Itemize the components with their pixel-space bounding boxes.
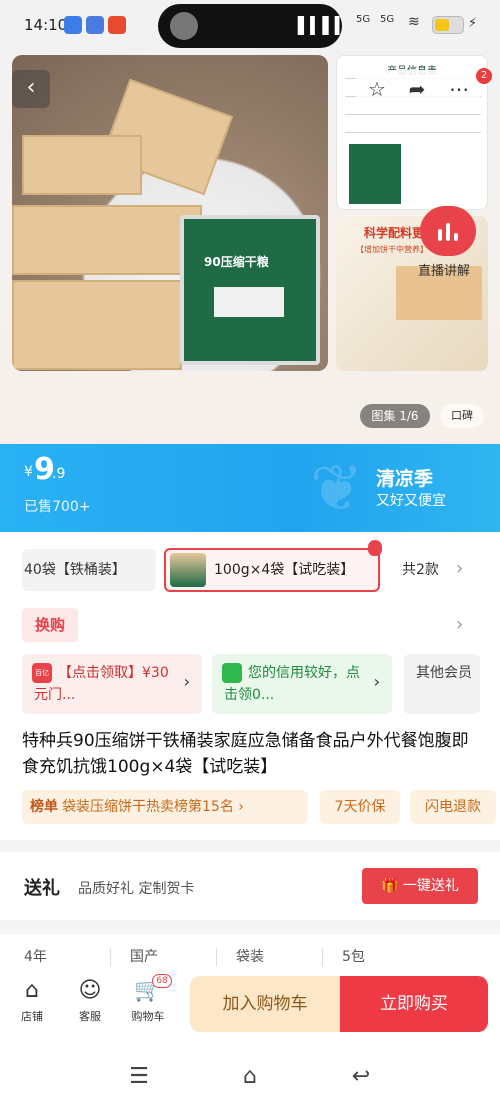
divider <box>0 920 500 934</box>
spec-row[interactable]: 4年 国产 袋装 5包 <box>0 940 500 976</box>
add-to-cart-button[interactable]: 加入购物车 <box>190 976 340 1032</box>
system-navigation-bar: ☰ ⌂ ↩ <box>0 1040 500 1111</box>
rank-label: 榜单 <box>30 799 58 815</box>
cart-label: 购物车 <box>131 1010 165 1023</box>
send-gift-label: 一键送礼 <box>402 878 459 894</box>
clock: 14:10 <box>24 16 68 34</box>
sku-option-label: 40袋【铁桶装】 <box>24 562 126 578</box>
charging-icon: ⚡ <box>468 16 478 31</box>
message-badge: 2 <box>476 68 492 84</box>
chevron-right-icon: › <box>183 672 190 691</box>
bottom-action-bar: ⌂ 店铺 ☺ 客服 🛒 购物车 68 加入购物车 立即购买 <box>0 974 500 1036</box>
rank-text: 袋装压缩饼干热卖榜第15名 <box>62 799 234 815</box>
menu-icon[interactable]: ☰ <box>126 1064 152 1090</box>
status-bar: 14:10 ▌▍▌▍ 5G 5G ≋ ⚡ <box>0 0 500 56</box>
store-icon: ⌂ <box>25 978 39 1003</box>
live-bars-icon <box>438 221 458 241</box>
product-pack: 90压缩干粮 <box>180 215 320 365</box>
coupon-card-3[interactable]: 其他会员 <box>404 654 480 714</box>
reviews-chip[interactable]: 口碑 <box>440 404 484 428</box>
spec-item: 5包 <box>342 949 365 965</box>
top-action-bar: ☆ ➦ ⋯ <box>356 70 480 108</box>
coupon-card-2[interactable]: 您的信用较好，点击领0... › <box>212 654 392 714</box>
coupon-text: 您的信用较好，点击领0... <box>224 665 360 703</box>
fast-refund-tag[interactable]: 闪电退款 <box>410 790 496 824</box>
chevron-right-icon[interactable]: › <box>456 614 463 635</box>
product-title: 特种兵90压缩饼干铁桶装家庭应急储备食品户外代餐饱腹即食充饥抗饿100g×4袋【… <box>22 731 469 777</box>
shopping-app-icon <box>108 16 126 34</box>
battery-icon <box>432 16 464 34</box>
share-icon[interactable]: ➦ <box>404 76 430 102</box>
audio-wave-icon: ▌▍▌▍ <box>298 16 348 35</box>
service-button[interactable]: ☺ 客服 <box>68 974 112 1030</box>
season-title: 清凉季 <box>376 468 434 490</box>
season-subtitle: 又好又便宜 <box>376 493 446 509</box>
gift-subtitle: 品质好礼 定制贺卡 <box>78 881 195 897</box>
vivo-app-icon <box>86 16 104 34</box>
store-button[interactable]: ⌂ 店铺 <box>10 974 54 1030</box>
chevron-left-icon: ‹ <box>26 75 36 100</box>
gift-row: 送礼 品质好礼 定制贺卡 🎁 一键送礼 <box>0 852 500 920</box>
gift-icon: 🎁 <box>381 878 399 894</box>
sold-count: 已售700+ <box>24 499 91 515</box>
dynamic-island[interactable]: ▌▍▌▍ <box>158 4 348 48</box>
price-protect-tag[interactable]: 7天价保 <box>320 790 400 824</box>
album-counter[interactable]: 图集 1/6 <box>360 404 430 428</box>
send-gift-button[interactable]: 🎁 一键送礼 <box>362 868 478 904</box>
service-label: 客服 <box>79 1010 101 1023</box>
price-banner: ❦ ¥ 9 .9 已售700+ 清凉季 又好又便宜 <box>0 444 500 532</box>
main-product-image[interactable]: 90压缩干粮 <box>12 55 328 371</box>
live-label: 直播讲解 <box>418 264 471 279</box>
cart-count-badge: 68 <box>152 974 172 988</box>
signal-5g-label-2: 5G <box>380 14 395 25</box>
price-decimal: .9 <box>52 466 66 482</box>
divider <box>0 840 500 852</box>
pack-label: 90压缩干粮 <box>204 255 269 269</box>
gift-title: 送礼 <box>24 878 60 899</box>
buy-now-button[interactable]: 立即购买 <box>340 976 488 1032</box>
chat-icon: ☺ <box>78 978 102 1003</box>
chevron-right-icon[interactable]: › <box>456 558 463 579</box>
live-stream-button[interactable] <box>420 206 476 256</box>
back-icon[interactable]: ↩ <box>348 1064 374 1090</box>
sku-option-label: 100g×4袋【试吃装】 <box>214 562 355 578</box>
sku-option-trial[interactable]: 100g×4袋【试吃装】 <box>164 540 382 592</box>
hot-flame-icon <box>368 540 382 556</box>
currency-symbol: ¥ <box>24 464 33 480</box>
chevron-right-icon: › <box>373 672 380 691</box>
sku-thumbnail <box>170 553 206 587</box>
notification-app-icon <box>64 16 82 34</box>
coupon-card-1[interactable]: 百亿 【点击领取】¥30元门... › <box>22 654 202 714</box>
spec-item: 袋装 <box>236 949 264 965</box>
back-button[interactable]: ‹ <box>12 70 50 108</box>
science-card-subtitle: 【增加饼干中营养】 <box>356 245 428 254</box>
star-icon[interactable]: ☆ <box>364 76 390 102</box>
coupon-text: 【点击领取】¥30元门... <box>34 665 169 703</box>
exchange-tag[interactable]: 换购 <box>22 608 78 642</box>
spec-item: 4年 <box>24 949 47 965</box>
sku-count[interactable]: 共2款 <box>402 548 439 592</box>
rank-tag[interactable]: 榜单 袋装压缩饼干热卖榜第15名 › <box>22 790 308 824</box>
sku-selector: 40袋【铁桶装】 100g×4袋【试吃装】 共2款 › <box>0 540 500 594</box>
home-icon[interactable]: ⌂ <box>237 1064 263 1090</box>
avatar <box>170 12 198 40</box>
mini-pack-image <box>349 144 401 204</box>
store-label: 店铺 <box>21 1010 43 1023</box>
signal-5g-label: 5G <box>356 14 371 25</box>
more-icon[interactable]: ⋯ <box>446 76 472 102</box>
wifi-icon: ≋ <box>408 14 420 30</box>
sku-option-tin[interactable]: 40袋【铁桶装】 <box>22 549 156 591</box>
pack-info-panel <box>214 287 284 317</box>
spec-item: 国产 <box>130 949 158 965</box>
coupon-text: 其他会员 <box>416 665 472 681</box>
